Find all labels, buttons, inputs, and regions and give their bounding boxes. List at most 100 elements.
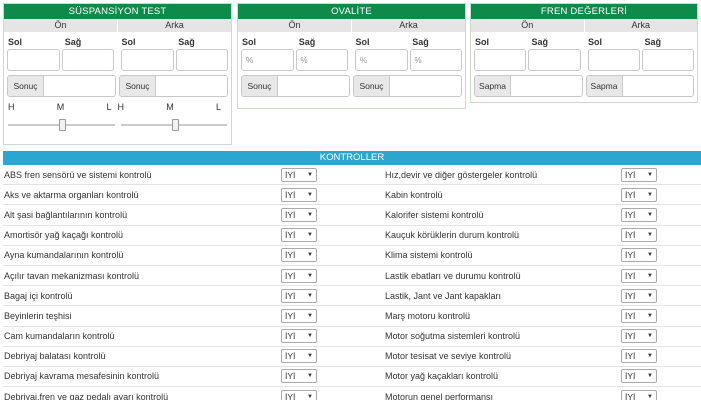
control-status-select[interactable]: İYİ ▼ xyxy=(281,288,317,303)
control-status-select[interactable]: İYİ ▼ xyxy=(281,228,317,243)
front-deviation-label: Sapma xyxy=(475,76,511,96)
control-status-select[interactable]: İYİ ▼ xyxy=(281,329,317,344)
suspansiyon-axle-header: Ön Arka xyxy=(4,19,231,32)
triangle-down-icon: ▼ xyxy=(647,312,653,319)
control-item-label: Açılır tavan mekanizması kontrolü xyxy=(4,270,140,281)
rear-right-label: Sağ xyxy=(178,37,195,47)
triangle-down-icon: ▼ xyxy=(307,353,313,360)
control-status-select[interactable]: İYİ ▼ xyxy=(621,167,657,182)
control-status-select[interactable]: İYİ ▼ xyxy=(281,187,317,202)
triangle-down-icon: ▼ xyxy=(647,272,653,279)
ovalite-rear-result-field[interactable] xyxy=(390,76,461,96)
table-row: Beyinlerin teşhisi İYİ ▼ Marş motoru kontro… xyxy=(3,306,701,327)
front-slider-handle[interactable] xyxy=(59,119,66,131)
control-status-select[interactable]: İYİ ▼ xyxy=(621,187,657,202)
rear-result-field[interactable] xyxy=(156,76,227,96)
control-status-select[interactable]: İYİ ▼ xyxy=(621,207,657,222)
rear-right-input[interactable] xyxy=(175,49,228,71)
front-slider[interactable] xyxy=(8,119,115,131)
table-row: Ayna kumandalarının kontrolü İYİ ▼ Klima si… xyxy=(3,246,701,266)
control-item-label: Kalorifer sistemi kontrolü xyxy=(385,209,484,220)
control-status-select[interactable]: İYİ ▼ xyxy=(621,288,657,303)
rear-header: Arka xyxy=(631,20,650,30)
triangle-down-icon: ▼ xyxy=(307,252,313,259)
fren-degerleri-panel: FREN DEĞERLERİ Ön Arka Sol Sağ Sol Sağ S… xyxy=(470,3,698,103)
control-status-select[interactable]: İYİ ▼ xyxy=(621,268,657,283)
control-status-select[interactable]: İYİ ▼ xyxy=(281,248,317,263)
rear-right-label: Sağ xyxy=(644,37,662,47)
front-header: Ön xyxy=(471,19,585,32)
control-status-select[interactable]: İYİ ▼ xyxy=(281,167,317,182)
kontroller-grid: ABS fren sensörü ve sistemi kontrolü İYİ ▼… xyxy=(3,165,701,400)
fren-rear-left-input[interactable] xyxy=(587,49,640,71)
control-status-select[interactable]: İYİ ▼ xyxy=(281,349,317,364)
triangle-down-icon: ▼ xyxy=(647,252,653,259)
fren-front-deviation-field[interactable] xyxy=(511,76,582,96)
ovalite-rear-right-input[interactable]: % xyxy=(409,49,462,71)
front-header: Ön xyxy=(238,19,352,32)
control-status-select[interactable]: İYİ ▼ xyxy=(621,228,657,243)
front-left-label: Sol xyxy=(475,37,490,47)
ovalite-front-result-field[interactable] xyxy=(278,76,349,96)
triangle-down-icon: ▼ xyxy=(307,171,313,178)
control-item-label: Motor soğutma sistemleri kontrolü xyxy=(385,331,521,342)
rear-right-label: Sağ xyxy=(412,37,429,47)
fren-rear-right-input[interactable] xyxy=(641,49,694,71)
control-status-select[interactable]: İYİ ▼ xyxy=(621,308,657,323)
triangle-down-icon: ▼ xyxy=(647,373,653,380)
fren-front-left-input[interactable] xyxy=(474,49,527,71)
control-item-label: Amortisör yağ kaçağı kontrolü xyxy=(4,230,124,241)
control-status-select[interactable]: İYİ ▼ xyxy=(621,349,657,364)
control-status-select[interactable]: İYİ ▼ xyxy=(621,389,657,400)
control-status-select[interactable]: İYİ ▼ xyxy=(621,248,657,263)
control-status-select[interactable]: İYİ ▼ xyxy=(281,389,317,400)
table-row: Debriyaj,fren ve gaz pedalı ayarı kontro… xyxy=(3,387,701,400)
control-item-label: Klima sistemi kontrolü xyxy=(385,250,473,261)
control-item-label: Bagaj içi kontrolü xyxy=(4,290,73,301)
control-item-label: Lastik, Jant ve Jant kapakları xyxy=(385,290,502,301)
front-left-input[interactable] xyxy=(7,49,60,71)
rear-left-input[interactable] xyxy=(121,49,174,71)
rear-slider[interactable] xyxy=(120,119,227,131)
rear-slider-handle[interactable] xyxy=(171,119,179,131)
suspansiyon-test-panel: SÜSPANSİYON TEST Ön Arka Sol Sağ Sol Sağ… xyxy=(3,3,232,145)
control-status-select[interactable]: İYİ ▼ xyxy=(281,369,317,384)
front-right-label: Sağ xyxy=(64,37,82,47)
control-item-label: Debriyaj,fren ve gaz pedalı ayarı kontro… xyxy=(4,391,169,400)
rear-result-label: Sonuç xyxy=(354,76,390,96)
fren-front-right-input[interactable] xyxy=(528,49,581,71)
control-status-select[interactable]: İYİ ▼ xyxy=(281,268,317,283)
triangle-down-icon: ▼ xyxy=(647,393,653,400)
front-right-input[interactable] xyxy=(61,49,114,71)
ovalite-front-right-input[interactable]: % xyxy=(295,49,348,71)
rear-left-label: Sol xyxy=(588,37,603,47)
fren-title: FREN DEĞERLERİ xyxy=(471,4,697,19)
front-left-label: Sol xyxy=(8,37,23,47)
ovalite-front-left-input[interactable]: % xyxy=(241,49,294,71)
table-row: Debriyaj kavrama mesafesinin kontrolü İYİ… xyxy=(3,367,701,388)
front-left-label: Sol xyxy=(242,37,257,47)
ovalite-rear-left-input[interactable]: % xyxy=(355,49,408,71)
triangle-down-icon: ▼ xyxy=(307,312,313,319)
triangle-down-icon: ▼ xyxy=(307,232,313,239)
table-row: Aks ve aktarma organları kontrolü İYİ ▼ Kab… xyxy=(3,185,701,206)
control-status-select[interactable]: İYİ ▼ xyxy=(621,369,657,384)
triangle-down-icon: ▼ xyxy=(307,393,313,400)
front-result-field[interactable] xyxy=(44,76,115,96)
triangle-down-icon: ▼ xyxy=(307,191,313,198)
front-right-label: Sağ xyxy=(531,37,549,47)
control-status-select[interactable]: İYİ ▼ xyxy=(281,207,317,222)
rear-header: Arka xyxy=(165,20,184,30)
table-row: Debriyaj balatası kontrolü İYİ ▼ Motor tesi… xyxy=(3,347,701,367)
rear-result-label: Sonuç xyxy=(120,76,156,96)
fren-rear-deviation-field[interactable] xyxy=(622,76,693,96)
control-status-select[interactable]: İYİ ▼ xyxy=(281,308,317,323)
control-status-select[interactable]: İYİ ▼ xyxy=(621,329,657,344)
table-row: ABS fren sensörü ve sistemi kontrolü İYİ ▼… xyxy=(3,165,701,186)
control-item-label: Alt şasi bağlantılarının kontrolü xyxy=(4,209,128,220)
suspansiyon-title: SÜSPANSİYON TEST xyxy=(4,4,231,19)
control-item-label: Debriyaj balatası kontrolü xyxy=(4,351,106,362)
table-row: Amortisör yağ kaçağı kontrolü İYİ ▼ Kauçuk … xyxy=(3,226,701,246)
control-item-label: Kauçuk körüklerin durum kontrolü xyxy=(385,230,520,241)
rear-header: Arka xyxy=(399,20,418,30)
